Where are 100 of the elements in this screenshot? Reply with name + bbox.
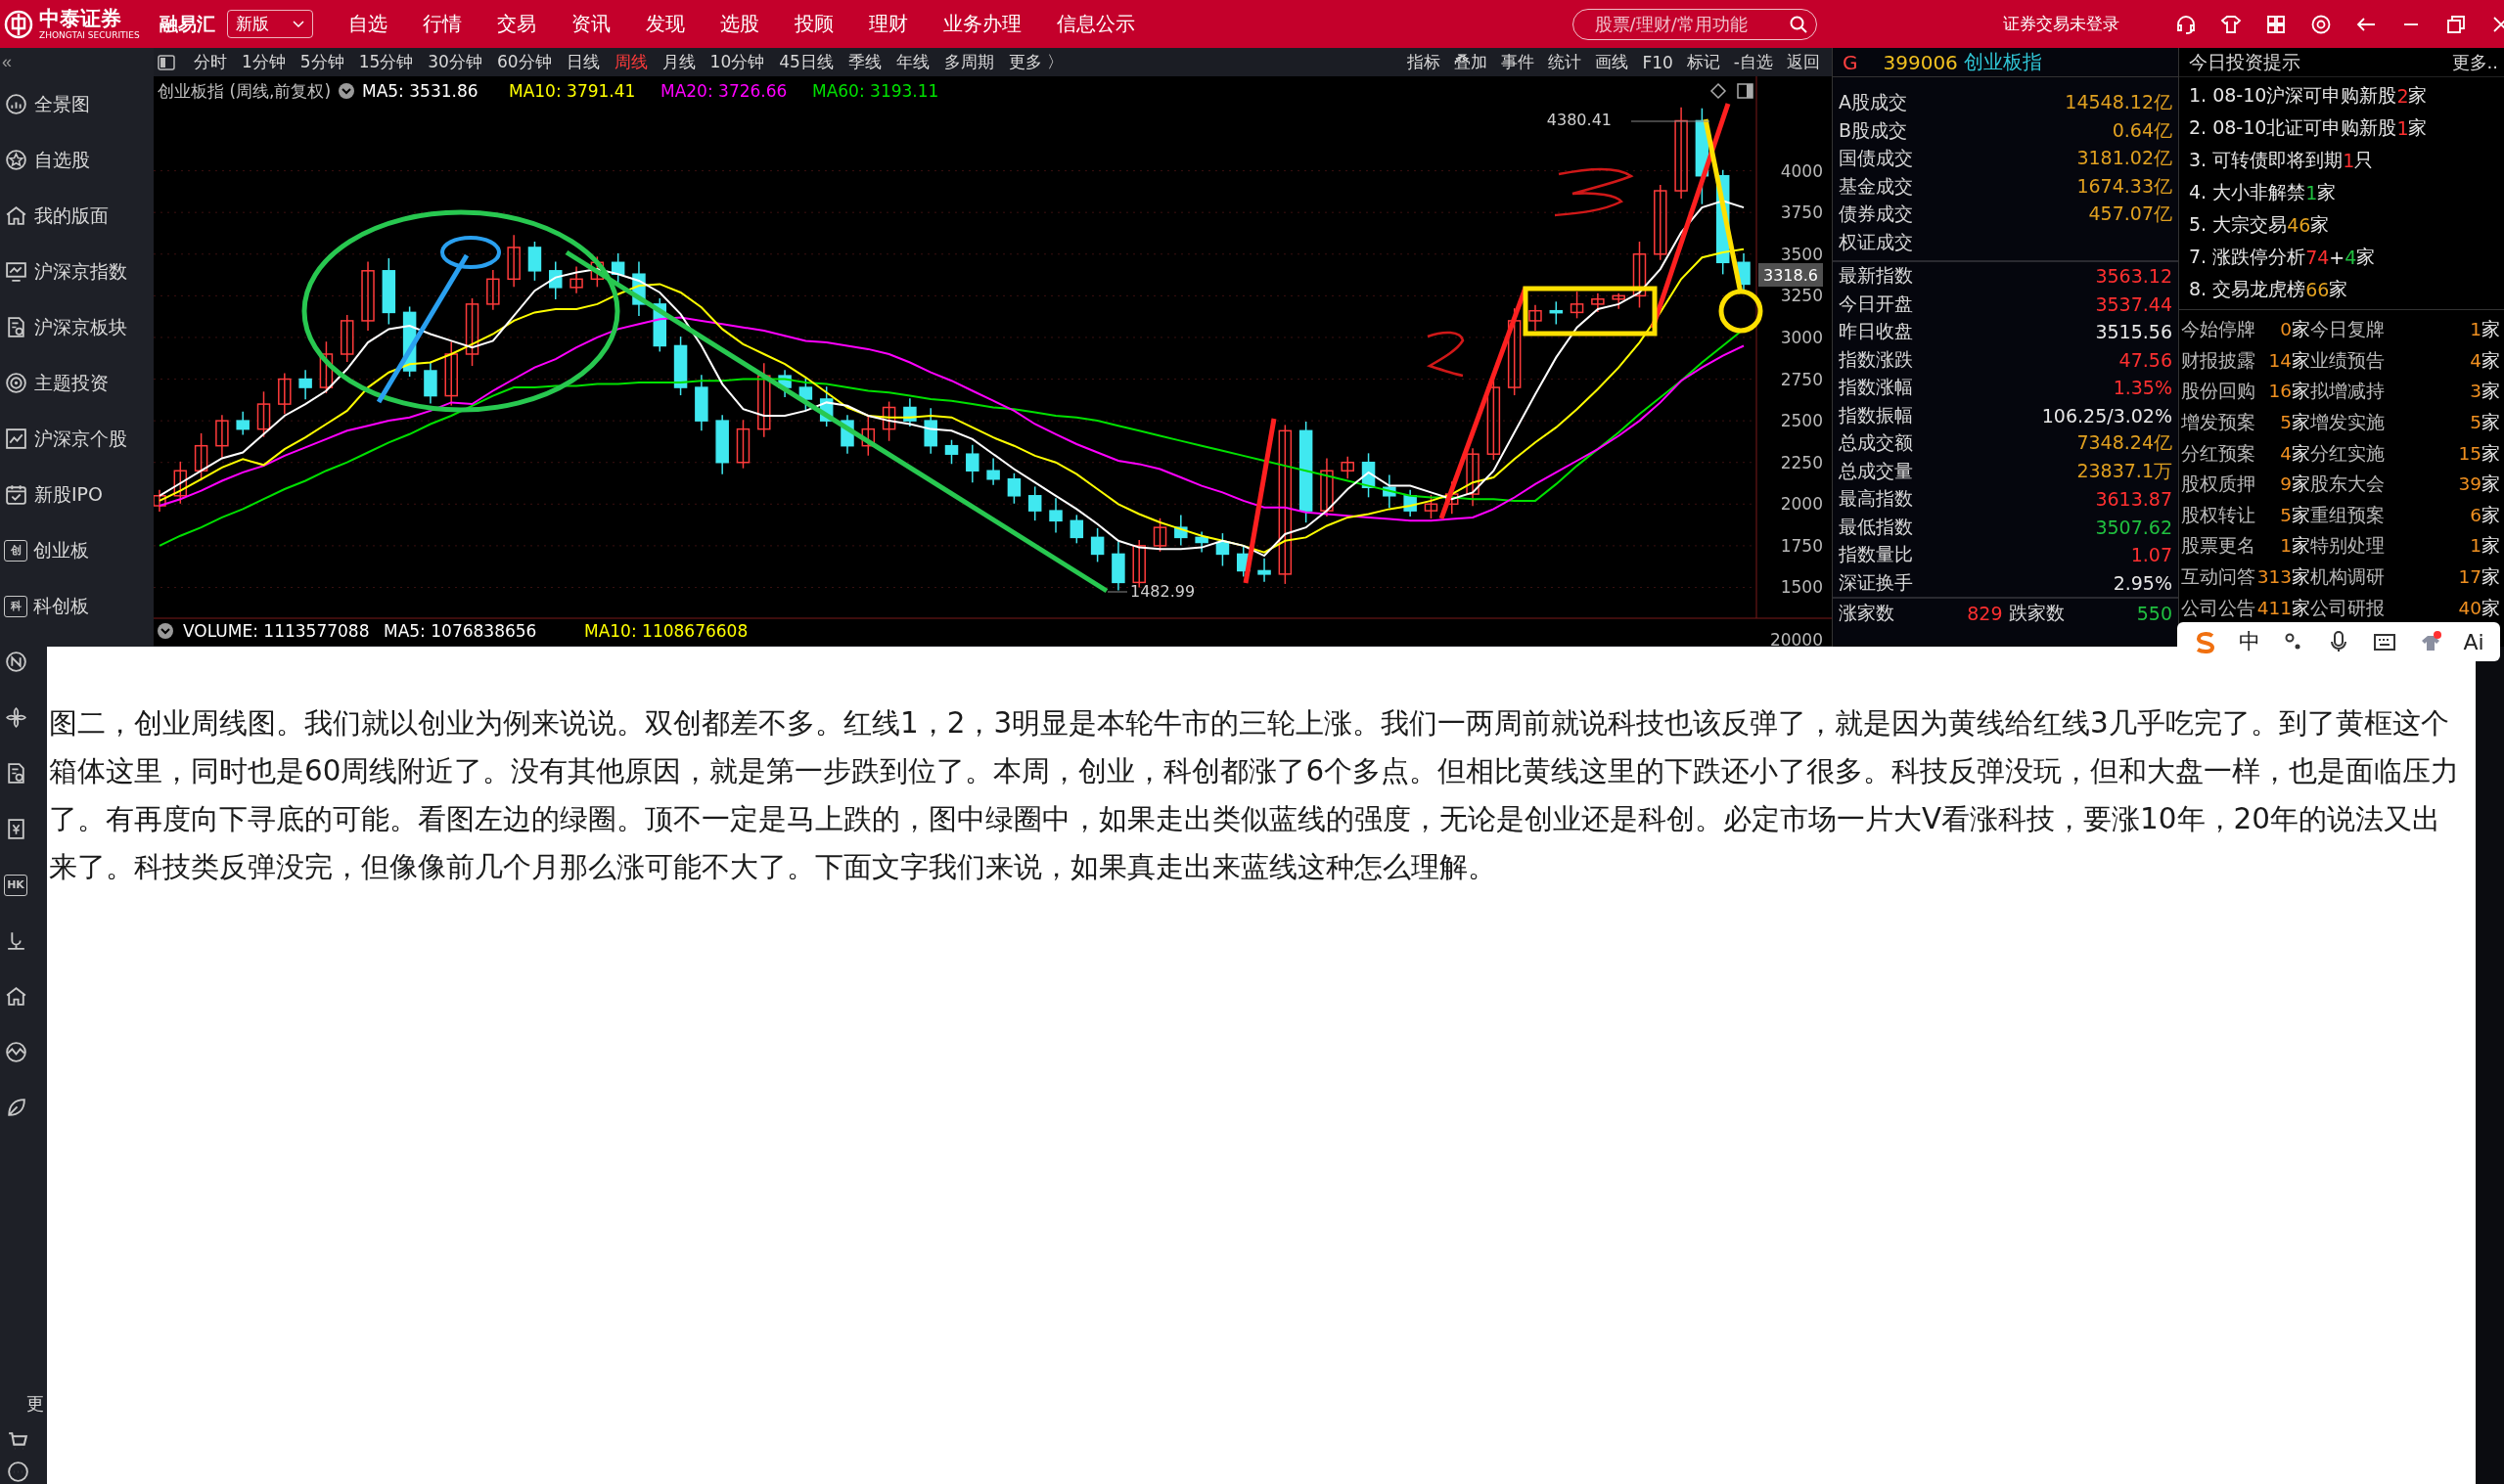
- event-label[interactable]: 增发实施: [2310, 410, 2385, 435]
- event-label[interactable]: 公司公告: [2181, 595, 2255, 620]
- toolbar-button[interactable]: 标记: [1686, 51, 1720, 73]
- toolbar-button[interactable]: -自选: [1733, 51, 1773, 73]
- period-tab[interactable]: 年线: [895, 51, 930, 73]
- event-label[interactable]: 今日复牌: [2310, 317, 2385, 342]
- sidebar-item[interactable]: 我的版面: [34, 202, 109, 229]
- diamond-icon[interactable]: [1709, 82, 1727, 100]
- event-label[interactable]: 财报披露: [2181, 347, 2255, 373]
- toolbar-button[interactable]: 指标: [1407, 51, 1441, 73]
- nav-item[interactable]: 信息公示: [1056, 11, 1135, 37]
- stat-label: 最新指数: [1839, 263, 1913, 289]
- ime-button[interactable]: Ai: [2463, 629, 2484, 654]
- collapse-button[interactable]: «: [2, 52, 12, 72]
- toolbar-button[interactable]: 叠加: [1454, 51, 1488, 73]
- stat-label: 指数振幅: [1839, 402, 1913, 427]
- stat-label: 涨家数: [1839, 601, 1894, 625]
- tip-item[interactable]: 7. 涨跌停分析74+4家: [2189, 241, 2504, 273]
- event-label[interactable]: 股权转让: [2181, 502, 2255, 527]
- nav-item[interactable]: 理财: [868, 11, 908, 37]
- stat-label: 指数量比: [1839, 542, 1913, 567]
- period-tab[interactable]: 5分钟: [299, 51, 344, 73]
- login-status[interactable]: 证券交易未登录: [2002, 13, 2119, 35]
- panel-icon[interactable]: [1737, 83, 1753, 99]
- ime-button[interactable]: 中: [2239, 627, 2261, 656]
- search-icon[interactable]: [1788, 14, 1808, 34]
- index-code: 399006: [1883, 50, 1958, 74]
- tip-item[interactable]: 2. 08-10北证可申购新股1家: [2189, 112, 2504, 144]
- nav-item[interactable]: 选股: [719, 11, 759, 37]
- sidebar-item[interactable]: 沪深京指数: [34, 258, 127, 285]
- nav-item[interactable]: 交易: [496, 11, 536, 37]
- nav-item[interactable]: 资讯: [570, 11, 611, 37]
- event-label[interactable]: 股票更名: [2181, 533, 2255, 559]
- event-label[interactable]: 业绩预告: [2310, 347, 2385, 373]
- nav-item[interactable]: 自选: [347, 11, 387, 37]
- period-tab[interactable]: 分时: [194, 51, 227, 73]
- period-tab[interactable]: 60分钟: [496, 51, 552, 73]
- period-tab[interactable]: 季线: [847, 51, 882, 73]
- event-label[interactable]: 互动问答: [2181, 564, 2255, 590]
- event-label[interactable]: 股权质押: [2181, 472, 2255, 497]
- event-label[interactable]: 股份回购: [2181, 379, 2255, 404]
- stat-value: 3181.02亿: [2076, 146, 2172, 171]
- stat-value: 47.56: [2118, 348, 2172, 371]
- sidebar-item[interactable]: 主题投资: [34, 370, 109, 396]
- period-tab[interactable]: 更多 〉: [1008, 51, 1065, 73]
- period-tab[interactable]: 30分钟: [428, 51, 482, 73]
- event-label[interactable]: 重组预案: [2310, 502, 2385, 527]
- sidebar-item[interactable]: 科创板: [33, 593, 89, 619]
- period-tab[interactable]: 1分钟: [242, 51, 286, 73]
- sidebar-item[interactable]: 新股IPO: [34, 481, 104, 508]
- period-tab[interactable]: 月线: [661, 51, 696, 73]
- event-label[interactable]: 增发预案: [2181, 410, 2255, 435]
- tip-item[interactable]: 3. 可转债即将到期1只: [2189, 144, 2504, 176]
- toolbar-button[interactable]: 画线: [1595, 51, 1629, 73]
- tip-item[interactable]: 8. 交易龙虎榜66家: [2189, 273, 2504, 305]
- stat-value: 0.64亿: [2112, 117, 2172, 143]
- event-label[interactable]: 股东大会: [2310, 472, 2385, 497]
- ma-legend: MA60: 3193.11: [812, 81, 939, 101]
- event-label[interactable]: 公司研报: [2310, 595, 2385, 620]
- sidebar-item[interactable]: 沪深京板块: [34, 314, 127, 340]
- paragraph: 图二，创业周线图。我们就以创业为例来说说。双创都差不多。红线1，2，3明显是本轮牛市的三轮上涨。我们一两周前就说科技也该反弹了，就是因为黄线给红线3几乎吃完了。到了黄框这个箱体这里，同时也是60周线附近了。没有其他原因，就是第一步跌到位了。本周，创业，科创都涨了6个多点。但相比黄线这里的下跌还小了很多。科技反弹没玩，但和大盘一样，也是面临压力了。有再度向下寻底的可能。看图左边的绿圈。顶不一定是马上跌的，图中绿圈中，如果走出类似蓝线的强度，无论是创业还是科创。必定市场一片大V看涨科技，要涨10年，20年的说法又出来了。科技类反弹没完，但像像前几个月那么涨可能不大了。下面文字我们来说，如果真走出来蓝线这种怎么理解。: [49, 705, 2461, 885]
- logo-icon: [4, 9, 33, 39]
- nav-item[interactable]: 发现: [645, 11, 685, 37]
- toolbar-button[interactable]: F10: [1642, 51, 1673, 73]
- nav-item[interactable]: 行情: [422, 11, 462, 37]
- sidebar-item[interactable]: 全景图: [34, 91, 90, 117]
- tip-item[interactable]: 4. 大小非解禁1家: [2189, 176, 2504, 208]
- period-tab[interactable]: 多周期: [943, 51, 994, 73]
- more-link[interactable]: 更多..: [2451, 50, 2498, 74]
- nav-item[interactable]: 投顾: [794, 11, 834, 37]
- candle: [278, 372, 292, 415]
- nav-item[interactable]: 业务办理: [942, 11, 1022, 37]
- event-label[interactable]: 特别处理: [2310, 533, 2385, 559]
- toolbar-button[interactable]: 返回: [1787, 51, 1820, 73]
- period-tab[interactable]: 日线: [566, 51, 600, 73]
- period-tab[interactable]: 周线: [614, 51, 648, 73]
- sidebar-item[interactable]: 更: [26, 1392, 44, 1416]
- event-label[interactable]: 拟增减持: [2310, 379, 2385, 404]
- toolbar-button[interactable]: 事件: [1501, 51, 1535, 73]
- event-label[interactable]: 今始停牌: [2181, 317, 2255, 342]
- event-label[interactable]: 分红实施: [2310, 440, 2385, 466]
- panel-toggle-icon[interactable]: [158, 54, 175, 70]
- period-tab[interactable]: 15分钟: [358, 51, 414, 73]
- dropdown-icon[interactable]: [158, 623, 173, 639]
- stat-label: 基金成交: [1839, 173, 1913, 199]
- tip-item[interactable]: 5. 大宗交易46家: [2189, 208, 2504, 241]
- event-label[interactable]: 机构调研: [2310, 564, 2385, 590]
- sidebar-item[interactable]: 创业板: [33, 537, 89, 563]
- dropdown-icon[interactable]: [339, 83, 354, 99]
- version-dropdown[interactable]: 新版: [226, 10, 313, 38]
- toolbar-button[interactable]: 统计: [1548, 51, 1582, 73]
- sidebar-item[interactable]: 自选股: [34, 147, 90, 173]
- event-count: 3家: [2469, 380, 2500, 404]
- axis-label: 3250: [1780, 286, 1823, 306]
- event-label[interactable]: 分红预案: [2181, 440, 2255, 466]
- tip-item[interactable]: 1. 08-10沪深可申购新股2家: [2189, 79, 2504, 112]
- sidebar-item[interactable]: 沪深京个股: [34, 426, 127, 452]
- event-count: 1家: [2469, 534, 2500, 559]
- period-tab[interactable]: 45日线: [779, 51, 834, 73]
- period-tab[interactable]: 10分钟: [709, 51, 765, 73]
